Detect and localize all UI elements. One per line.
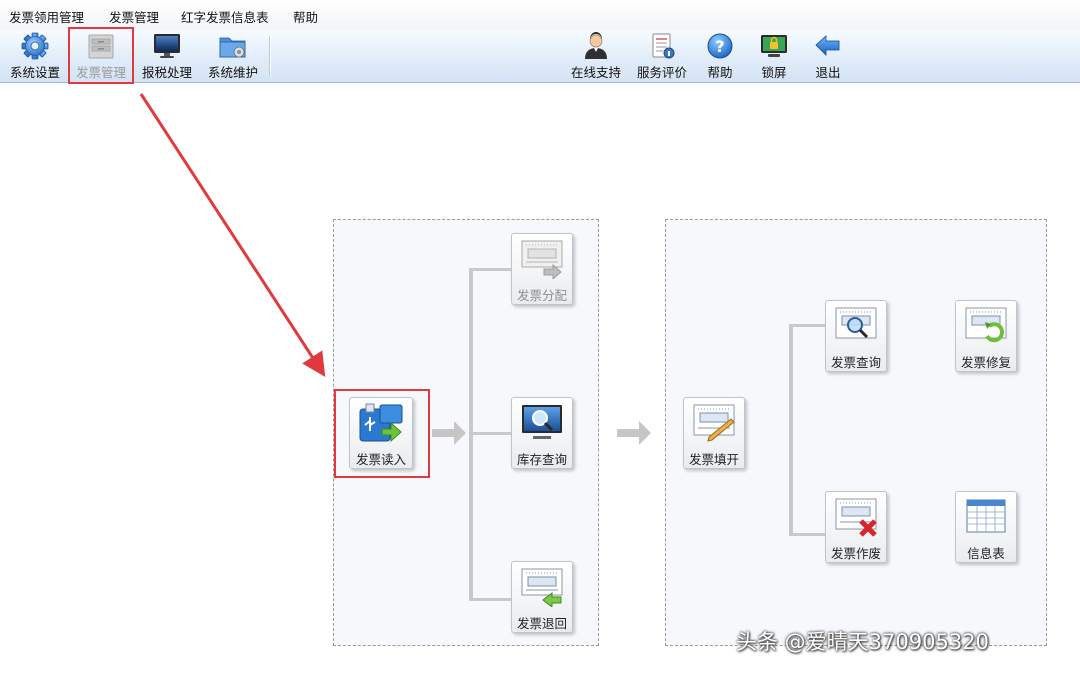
- invoice-issue-button[interactable]: 发票填开: [683, 397, 745, 469]
- highlight-invoice-management: [68, 27, 134, 84]
- system-settings-button[interactable]: 系统设置: [4, 30, 66, 82]
- toolbar: 系统设置 发票管理 报税处理 系统维护 在线支持 服务评价 ? 帮助 锁屏 退出: [0, 30, 1080, 83]
- support-person-icon: [585, 32, 607, 59]
- lock-screen-icon: [761, 35, 787, 57]
- exit-button[interactable]: 退出: [805, 30, 851, 82]
- help-label: 帮助: [707, 65, 733, 80]
- service-rating-button[interactable]: 服务评价: [631, 30, 693, 82]
- exit-arrow-icon: [815, 35, 840, 56]
- watermark-text: 头条 @爱晴天370905320: [736, 630, 989, 654]
- connector-branch: [789, 324, 825, 327]
- system-settings-label: 系统设置: [9, 65, 60, 80]
- flow-arrow: [617, 421, 651, 445]
- invoice-return-icon: [521, 568, 563, 607]
- connector-branch: [469, 432, 511, 435]
- exit-label: 退出: [815, 65, 841, 80]
- lock-screen-button[interactable]: 锁屏: [751, 30, 797, 82]
- invoice-void-icon: [835, 498, 877, 537]
- table-icon: [966, 499, 1006, 533]
- online-support-label: 在线支持: [570, 65, 621, 80]
- stock-query-button[interactable]: 库存查询: [511, 397, 573, 469]
- folder-gear-icon: [219, 37, 246, 58]
- stock-query-label: 库存查询: [516, 452, 567, 467]
- svg-text:?: ?: [715, 37, 724, 56]
- rating-document-icon: [652, 33, 675, 59]
- invoice-distribute-button[interactable]: 发票分配: [511, 233, 573, 305]
- connector-branch: [469, 598, 511, 601]
- invoice-write-icon: [693, 404, 735, 442]
- invoice-return-button[interactable]: 发票退回: [511, 561, 573, 633]
- invoice-repair-icon: [965, 307, 1007, 343]
- invoice-issue-label: 发票填开: [688, 452, 739, 467]
- highlight-invoice-read: [334, 389, 430, 478]
- invoice-query-button[interactable]: 发票查询: [825, 300, 887, 372]
- info-table-button[interactable]: 信息表: [955, 491, 1017, 563]
- invoice-void-button[interactable]: 发票作废: [825, 491, 887, 563]
- info-table-label: 信息表: [967, 546, 1005, 561]
- monitor-icon: [154, 34, 180, 58]
- invoice-search-icon: [835, 307, 877, 339]
- menu-help[interactable]: 帮助: [293, 7, 318, 26]
- lock-screen-label: 锁屏: [761, 65, 787, 80]
- menu-invoice-management[interactable]: 发票管理: [109, 7, 159, 26]
- service-rating-label: 服务评价: [636, 65, 687, 80]
- invoice-repair-label: 发票修复: [960, 355, 1011, 370]
- annotation-arrow-line: [139, 93, 326, 378]
- connector-branch: [469, 268, 511, 271]
- invoice-distribute-icon: [521, 240, 563, 279]
- monitor-search-icon: [522, 405, 562, 439]
- toolbar-separator: [269, 36, 270, 76]
- tax-filing-label: 报税处理: [141, 65, 192, 80]
- system-maintenance-button[interactable]: 系统维护: [202, 30, 264, 82]
- invoice-return-label: 发票退回: [516, 616, 567, 631]
- menu-bar: 发票领用管理 发票管理 红字发票信息表 帮助: [0, 0, 1080, 31]
- invoice-distribute-label: 发票分配: [516, 288, 567, 303]
- menu-invoice-claim[interactable]: 发票领用管理: [9, 7, 84, 26]
- invoice-repair-button[interactable]: 发票修复: [955, 300, 1017, 372]
- gear-icon: [21, 32, 49, 60]
- menu-red-invoice-info[interactable]: 红字发票信息表: [181, 7, 269, 26]
- tax-filing-button[interactable]: 报税处理: [136, 30, 198, 82]
- system-maintenance-label: 系统维护: [207, 65, 258, 80]
- connector-vertical: [789, 325, 793, 536]
- invoice-void-label: 发票作废: [830, 546, 881, 561]
- help-icon: ?: [707, 33, 733, 59]
- online-support-button[interactable]: 在线支持: [565, 30, 627, 82]
- help-button[interactable]: ? 帮助: [697, 30, 743, 82]
- connector-branch: [789, 533, 825, 536]
- invoice-query-label: 发票查询: [830, 355, 881, 370]
